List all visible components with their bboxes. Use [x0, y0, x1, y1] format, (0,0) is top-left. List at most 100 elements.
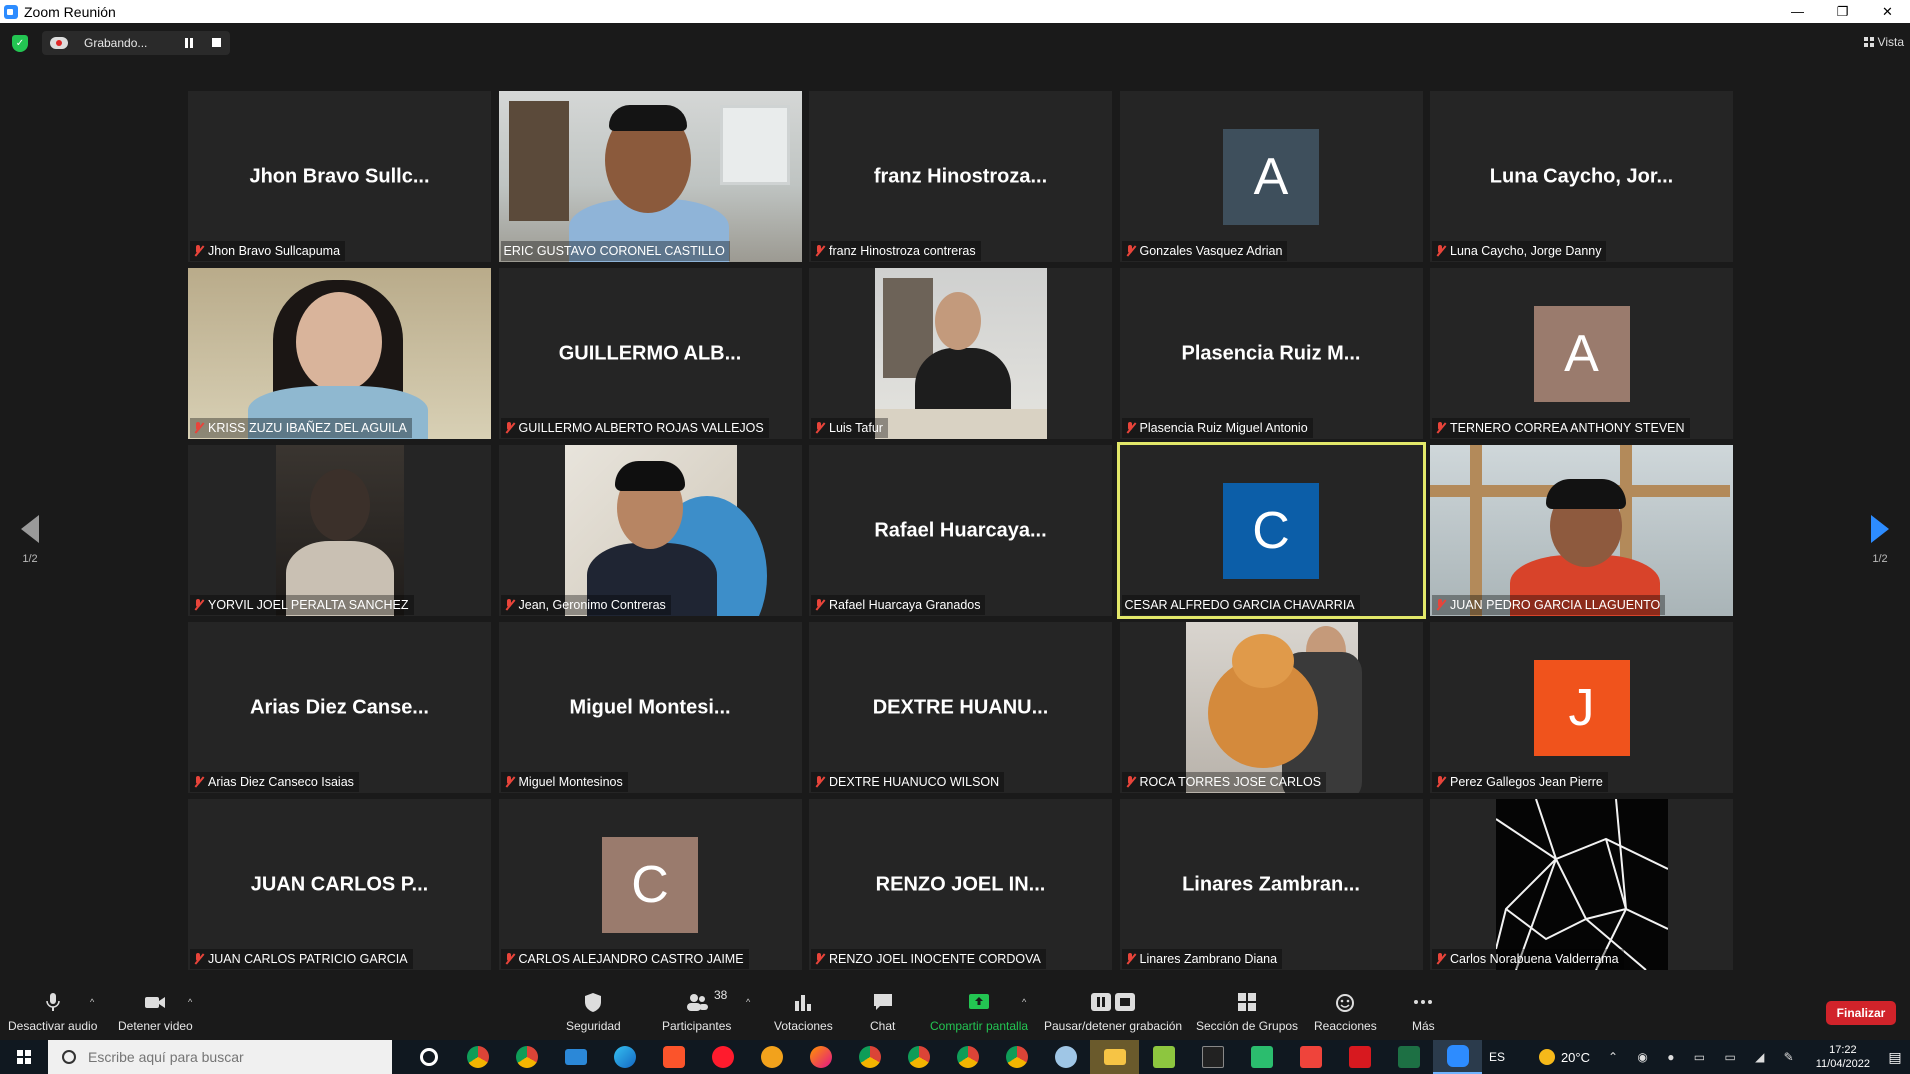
- participant-video: [498, 91, 802, 262]
- taskbar-app-notepad[interactable]: [1139, 1040, 1188, 1074]
- participant-tile[interactable]: J Perez Gallegos Jean Pierre: [1430, 622, 1733, 793]
- pause-stop-recording-button[interactable]: Pausar/detener grabación: [1044, 985, 1182, 1040]
- taskbar-app-chrome[interactable]: [453, 1040, 502, 1074]
- taskbar-app-explorer[interactable]: [1090, 1040, 1139, 1074]
- breakout-rooms-button[interactable]: Sección de Grupos: [1196, 985, 1298, 1040]
- taskbar-app-brave[interactable]: [649, 1040, 698, 1074]
- participant-name: Miguel Montesinos: [518, 775, 623, 789]
- view-button[interactable]: Vista: [1863, 35, 1904, 49]
- taskbar-search[interactable]: [48, 1040, 392, 1074]
- more-button[interactable]: Más: [1412, 985, 1435, 1040]
- taskbar-app-terminal[interactable]: [1188, 1040, 1237, 1074]
- participant-tile[interactable]: C CARLOS ALEJANDRO CASTRO JAIME: [498, 799, 802, 970]
- restore-button[interactable]: ❐: [1820, 0, 1865, 23]
- meeting-toolbar: Desactivar audio ^ Detener video ^ Segur…: [0, 985, 1910, 1040]
- participant-label: Arias Diez Canseco Isaias: [190, 772, 359, 792]
- polls-label: Votaciones: [774, 1019, 833, 1033]
- share-screen-button[interactable]: Compartir pantalla: [930, 985, 1028, 1040]
- prev-page-button[interactable]: 1/2: [10, 515, 50, 565]
- mic-muted-icon: [1435, 953, 1445, 965]
- breakout-rooms-label: Sección de Grupos: [1196, 1019, 1299, 1033]
- participant-tile[interactable]: Rafael Huarcaya... Rafael Huarcaya Grana…: [809, 445, 1112, 616]
- taskbar-search-input[interactable]: [88, 1049, 368, 1065]
- next-page-button[interactable]: 1/2: [1860, 515, 1900, 565]
- participant-tile[interactable]: RENZO JOEL IN... RENZO JOEL INOCENTE COR…: [809, 799, 1112, 970]
- weather-widget[interactable]: 20°C: [1538, 1049, 1590, 1065]
- participant-tile[interactable]: Jhon Bravo Sullc... Jhon Bravo Sullcapum…: [188, 91, 491, 262]
- mic-muted-icon: [193, 776, 203, 788]
- mute-audio-button[interactable]: Desactivar audio: [8, 985, 97, 1040]
- taskbar-app-excel[interactable]: [1384, 1040, 1433, 1074]
- participant-tile[interactable]: JUAN CARLOS P... JUAN CARLOS PATRICIO GA…: [188, 799, 491, 970]
- taskbar-app-chrome-6[interactable]: [992, 1040, 1041, 1074]
- video-options-caret-icon[interactable]: ^: [188, 997, 192, 1007]
- taskbar-app-opera[interactable]: [698, 1040, 747, 1074]
- participant-tile[interactable]: Arias Diez Canse... Arias Diez Canseco I…: [188, 622, 491, 793]
- audio-options-caret-icon[interactable]: ^: [90, 997, 94, 1007]
- end-meeting-button[interactable]: Finalizar: [1826, 1001, 1896, 1025]
- taskbar-app-firefox[interactable]: [796, 1040, 845, 1074]
- chat-button[interactable]: Chat: [870, 985, 895, 1040]
- participant-tile[interactable]: KRISS ZUZU IBAÑEZ DEL AGUILA: [188, 268, 491, 439]
- pause-recording-icon[interactable]: [184, 38, 194, 48]
- participant-tile[interactable]: Luis Tafur: [809, 268, 1112, 439]
- participant-tile[interactable]: franz Hinostroza... franz Hinostroza con…: [809, 91, 1112, 262]
- participant-name: CESAR ALFREDO GARCIA CHAVARRIA: [1124, 598, 1355, 612]
- taskbar-app-chrome-5[interactable]: [943, 1040, 992, 1074]
- more-dots-icon: [1414, 1000, 1433, 1004]
- participant-tile[interactable]: A Gonzales Vasquez Adrian: [1119, 91, 1423, 262]
- participant-tile[interactable]: GUILLERMO ALB... GUILLERMO ALBERTO ROJAS…: [498, 268, 802, 439]
- security-button[interactable]: Seguridad: [566, 985, 621, 1040]
- input-language[interactable]: ES: [1489, 1050, 1505, 1064]
- share-options-caret-icon[interactable]: ^: [1022, 997, 1026, 1007]
- taskbar-app-chrome-2[interactable]: [502, 1040, 551, 1074]
- chrome-icon: [515, 1046, 538, 1068]
- taskbar-app-cortana[interactable]: [404, 1040, 453, 1074]
- taskbar-app-anydesk[interactable]: [1286, 1040, 1335, 1074]
- taskbar-app-acrobat[interactable]: [1335, 1040, 1384, 1074]
- participant-tile[interactable]: Luna Caycho, Jor... Luna Caycho, Jorge D…: [1430, 91, 1733, 262]
- participant-tile[interactable]: YORVIL JOEL PERALTA SANCHEZ: [188, 445, 491, 616]
- start-button[interactable]: [0, 1040, 48, 1074]
- taskbar-app-mail[interactable]: [551, 1040, 600, 1074]
- taskbar-app-teamviewer[interactable]: [1237, 1040, 1286, 1074]
- participant-tile[interactable]: ERIC GUSTAVO CORONEL CASTILLO: [498, 91, 802, 262]
- participant-video: [1495, 799, 1669, 970]
- participant-tile[interactable]: DEXTRE HUANU... DEXTRE HUANUCO WILSON: [809, 622, 1112, 793]
- participant-tile[interactable]: Jean, Geronimo Contreras: [498, 445, 802, 616]
- participant-tile[interactable]: ROCA TORRES JOSE CARLOS: [1119, 622, 1423, 793]
- stop-video-button[interactable]: Detener video: [118, 985, 193, 1040]
- participant-label: franz Hinostroza contreras: [811, 241, 981, 261]
- participant-tile[interactable]: Linares Zambran... Linares Zambrano Dian…: [1119, 799, 1423, 970]
- taskbar-app-chrome-4[interactable]: [894, 1040, 943, 1074]
- participant-display-name: Plasencia Ruiz M...: [1181, 342, 1361, 364]
- polls-button[interactable]: Votaciones: [774, 985, 833, 1040]
- participant-label: Perez Gallegos Jean Pierre: [1432, 772, 1608, 792]
- participants-options-caret-icon[interactable]: ^: [746, 997, 750, 1007]
- recording-status: Grabando...: [84, 36, 148, 50]
- taskbar-app-chrome-3[interactable]: [845, 1040, 894, 1074]
- taskbar-app-zoom[interactable]: [1433, 1040, 1482, 1074]
- participant-tile[interactable]: Carlos Norabuena Valderrama: [1430, 799, 1733, 970]
- participant-display-name: RENZO JOEL IN...: [875, 873, 1046, 895]
- taskbar-app-edge[interactable]: [600, 1040, 649, 1074]
- tray-icons[interactable]: ⌃ ◉ ● ▭ ▭ ◢ ✎: [1608, 1050, 1802, 1064]
- stop-recording-icon[interactable]: [212, 38, 221, 47]
- participant-tile-active-speaker[interactable]: C CESAR ALFREDO GARCIA CHAVARRIA: [1116, 442, 1426, 619]
- taskbar-app-vpn[interactable]: [747, 1040, 796, 1074]
- mic-muted-icon: [193, 422, 203, 434]
- encryption-shield-icon[interactable]: ✓: [12, 35, 28, 52]
- notification-center-icon[interactable]: ▤: [1880, 1040, 1910, 1074]
- close-button[interactable]: ✕: [1865, 0, 1910, 23]
- participant-tile[interactable]: Miguel Montesi... Miguel Montesinos: [498, 622, 802, 793]
- clock[interactable]: 17:22 11/04/2022: [1816, 1043, 1870, 1071]
- minimize-button[interactable]: —: [1775, 0, 1820, 23]
- view-label: Vista: [1877, 35, 1904, 49]
- participant-tile[interactable]: Plasencia Ruiz M... Plasencia Ruiz Migue…: [1119, 268, 1423, 439]
- participants-label: Participantes: [662, 1019, 732, 1033]
- participant-tile[interactable]: A TERNERO CORREA ANTHONY STEVEN: [1430, 268, 1733, 439]
- taskbar-app-tool[interactable]: [1041, 1040, 1090, 1074]
- participant-tile[interactable]: JUAN PEDRO GARCIA LLAGUENTO: [1430, 445, 1733, 616]
- participant-avatar: C: [1223, 482, 1319, 579]
- reactions-button[interactable]: Reacciones: [1314, 985, 1377, 1040]
